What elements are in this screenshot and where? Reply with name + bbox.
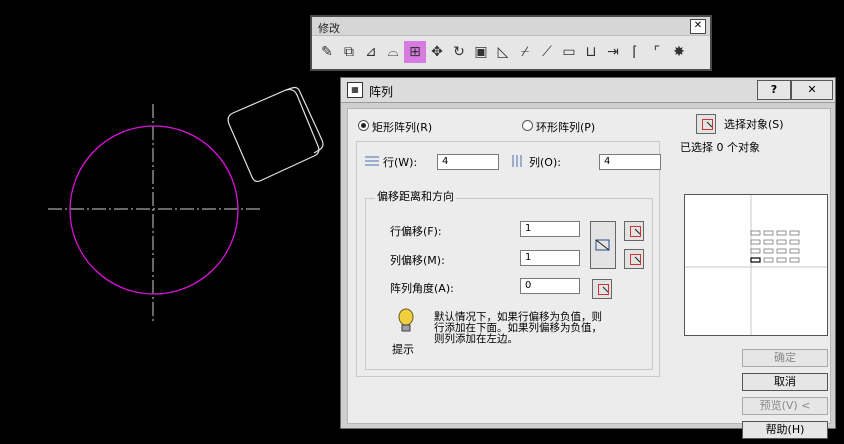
modify-toolbar: 修改 ✕ ✎ ⧉ ⊿ ⌓ ⊞ ✥ ↻ ▣ ◺ ⌿ ⟋ ▭ ⊔ ⇥ ⌈ ⌜ ✸ [310,15,712,71]
rows-icon [365,155,379,167]
array-dialog: ▦ 阵列 ? ✕ 矩形阵列(R) 环形阵列(P) 行(W): 4 列(O): 4… [340,77,836,439]
pick-row-offset-button[interactable] [624,221,644,241]
selected-count-text: 已选择 0 个对象 [680,141,760,154]
bulb-icon [396,307,416,335]
fillet-icon[interactable]: ⌜ [646,41,668,63]
break-at-point-icon[interactable]: ▭ [558,41,580,63]
preview-array-item [750,257,761,263]
join-icon[interactable]: ⇥ [602,41,624,63]
trim-icon[interactable]: ⌿ [514,41,536,63]
dialog-title-bar[interactable]: ▦ 阵列 ? ✕ [341,78,835,103]
chamfer-icon[interactable]: ⌈ [624,41,646,63]
move-icon[interactable]: ✥ [426,41,448,63]
dialog-help-button[interactable]: ? [757,80,791,100]
preview-array-item [776,257,787,263]
columns-icon [511,155,525,167]
ok-button[interactable]: 确定 [742,349,828,367]
preview-array-item [789,248,800,254]
angle-label: 阵列角度(A): [390,282,454,295]
array-icon[interactable]: ⊞ [404,41,426,63]
help-button[interactable]: 帮助(H) [742,421,828,439]
col-offset-input[interactable]: 1 [520,250,580,266]
cancel-button[interactable]: 取消 [742,373,828,391]
toolbar-title-bar[interactable]: 修改 ✕ [312,17,710,36]
offset-group: 行偏移(F): 1 列偏移(M): 1 阵列角度(A): 0 提示 默认情况下，… [365,198,653,370]
offset-group-title: 偏移距离和方向 [375,188,456,204]
preview-array-item [776,230,787,236]
preview-array-item [776,239,787,245]
polar-array-radio[interactable] [522,120,533,131]
extend-icon[interactable]: ⟋ [536,41,558,63]
row-offset-label: 行偏移(F): [390,225,442,238]
break-icon[interactable]: ⊔ [580,41,602,63]
dialog-panel: 矩形阵列(R) 环形阵列(P) 行(W): 4 列(O): 4 偏移距离和方向 … [347,108,831,439]
rows-input[interactable]: 4 [437,154,499,170]
rows-label: 行(W): [383,156,418,169]
preview-array-item [776,248,787,254]
dialog-title: 阵列 [369,85,394,99]
col-offset-label: 列偏移(M): [390,254,445,267]
tip-text-line3: 则列添加在左边。 [434,333,518,345]
preview-array-item [789,257,800,263]
circle-entity[interactable] [69,125,239,295]
row-offset-input[interactable]: 1 [520,221,580,237]
preview-array-item [763,248,774,254]
preview-array-item [763,257,774,263]
cols-input[interactable]: 4 [599,154,661,170]
explode-icon[interactable]: ✸ [668,41,690,63]
scale-icon[interactable]: ▣ [470,41,492,63]
copy-icon[interactable]: ⧉ [338,41,360,63]
pick-col-offset-button[interactable] [624,249,644,269]
preview-array-item [789,239,800,245]
rect-array-label[interactable]: 矩形阵列(R) [372,119,432,135]
stretch-icon[interactable]: ◺ [492,41,514,63]
angle-input[interactable]: 0 [520,278,580,294]
select-objects-button[interactable] [696,114,716,134]
toolbar-close-button[interactable]: ✕ [690,19,706,34]
array-preview [684,194,828,336]
mirror-icon[interactable]: ⊿ [360,41,382,63]
preview-array-item [763,239,774,245]
rect-array-radio[interactable] [358,120,369,131]
select-objects-label: 选择对象(S) [724,118,784,131]
pick-both-offsets-button[interactable] [590,221,616,269]
pick-angle-button[interactable] [592,279,612,299]
polar-array-label[interactable]: 环形阵列(P) [536,119,595,135]
dialog-close-button[interactable]: ✕ [791,80,833,100]
offset-icon[interactable]: ⌓ [382,41,404,63]
preview-array-item [750,239,761,245]
cols-label: 列(O): [529,156,561,169]
tip-label: 提示 [392,343,414,356]
preview-button[interactable]: 预览(V) < [742,397,828,415]
toolbar-tools: ✎ ⧉ ⊿ ⌓ ⊞ ✥ ↻ ▣ ◺ ⌿ ⟋ ▭ ⊔ ⇥ ⌈ ⌜ ✸ [316,41,690,65]
rect-params-box: 行(W): 4 列(O): 4 偏移距离和方向 行偏移(F): 1 列偏移(M)… [356,141,661,377]
rotate-icon[interactable]: ↻ [448,41,470,63]
preview-array-item [750,230,761,236]
preview-array-item [750,248,761,254]
preview-array-item [763,230,774,236]
preview-array-item [789,230,800,236]
erase-icon[interactable]: ✎ [316,41,338,63]
array-dialog-icon: ▦ [347,82,363,98]
rounded-block-entity[interactable] [227,86,324,183]
toolbar-title: 修改 [318,22,340,35]
